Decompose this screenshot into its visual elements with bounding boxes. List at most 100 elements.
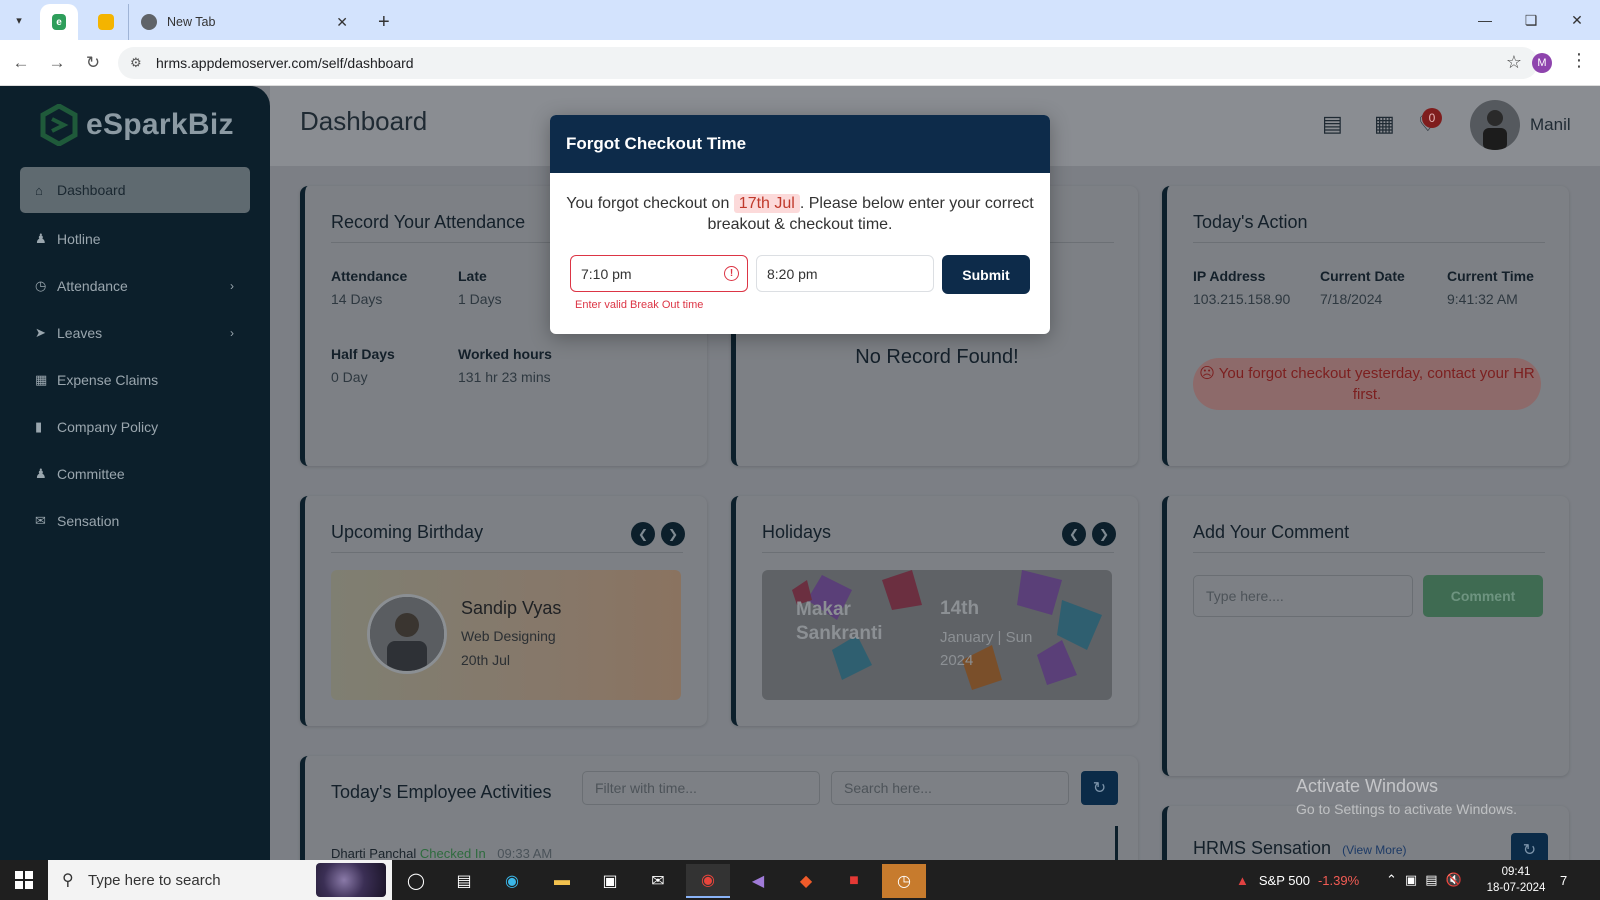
close-window-icon[interactable]: ✕ xyxy=(1554,0,1600,40)
windows-start-icon[interactable] xyxy=(0,860,48,900)
volume-muted-icon[interactable]: 🔇 xyxy=(1446,872,1462,888)
profile-avatar[interactable]: M xyxy=(1532,53,1552,73)
windows-taskbar: ⚲ Type here to search ◯ ▤ ◉ ▬ ▣ ✉ ◉ ◀ ◆ … xyxy=(0,860,1600,900)
browser-menu-icon[interactable]: ⋮ xyxy=(1570,50,1588,71)
filter-time-input[interactable]: Filter with time... xyxy=(582,771,820,805)
sidebar-item-label: Expense Claims xyxy=(57,371,159,388)
comment-card: Add Your Comment Type here.... Comment xyxy=(1162,496,1569,776)
chevron-up-icon[interactable]: ⌃ xyxy=(1386,872,1397,888)
meet-now-icon[interactable]: ▣ xyxy=(1405,872,1417,888)
sidebar-item-attendance[interactable]: ◷ Attendance › xyxy=(20,262,250,309)
next-arrow-icon[interactable]: ❯ xyxy=(661,522,685,546)
birthday-name: Sandip Vyas xyxy=(461,598,562,618)
breakout-time-input[interactable]: 7:10 pm ! xyxy=(570,255,748,292)
comment-button[interactable]: Comment xyxy=(1423,575,1543,617)
wps-office-icon[interactable]: ■ xyxy=(832,864,876,898)
tab-esparkbiz[interactable]: e xyxy=(40,4,78,40)
notification-badge: 0 xyxy=(1422,108,1442,128)
stat-value: 14 Days xyxy=(331,291,383,307)
activate-windows-title: Activate Windows xyxy=(1296,776,1439,796)
chrome-favicon-icon xyxy=(141,14,157,30)
bookmark-star-icon[interactable]: ☆ xyxy=(1506,52,1522,73)
cortana-icon[interactable]: ◯ xyxy=(394,864,438,898)
minimize-icon[interactable]: — xyxy=(1462,0,1508,40)
checkout-time-input[interactable]: 8:20 pm xyxy=(756,255,934,292)
newspaper-icon[interactable]: ▤ xyxy=(1322,111,1343,137)
activate-windows-subtitle: Go to Settings to activate Windows. xyxy=(1296,801,1517,817)
card-title: Add Your Comment xyxy=(1193,522,1350,542)
prev-arrow-icon[interactable]: ❮ xyxy=(631,522,655,546)
visual-studio-icon[interactable]: ◀ xyxy=(736,864,780,898)
tab-chat[interactable] xyxy=(86,4,126,40)
brave-icon[interactable]: ◆ xyxy=(784,864,828,898)
chrome-icon[interactable]: ◉ xyxy=(686,864,730,898)
activity-row: Dharti Panchal Checked In 09:33 AM xyxy=(331,846,552,860)
birthday-date: 20th Jul xyxy=(461,652,511,668)
file-icon: ▮ xyxy=(35,418,43,434)
new-tab-button[interactable]: + xyxy=(366,4,402,40)
birthday-photo xyxy=(367,594,447,674)
edge-icon[interactable]: ◉ xyxy=(490,864,534,898)
next-arrow-icon[interactable]: ❯ xyxy=(1092,522,1116,546)
user-photo xyxy=(1483,110,1507,150)
holiday-name-line2: Sankranti xyxy=(796,623,883,644)
activity-search-input[interactable]: Search here... xyxy=(831,771,1069,805)
taskbar-search[interactable]: ⚲ Type here to search xyxy=(48,860,392,900)
sidebar-item-hotline[interactable]: ♟ Hotline xyxy=(20,215,250,262)
network-icon[interactable]: ▤ xyxy=(1425,872,1437,888)
comment-input[interactable]: Type here.... xyxy=(1193,575,1413,617)
calendar-icon[interactable]: ▦ xyxy=(1374,111,1395,137)
mail-icon[interactable]: ✉ xyxy=(636,864,680,898)
file-explorer-icon[interactable]: ▬ xyxy=(540,864,584,898)
taskbar-clock[interactable]: 09:41 18-07-2024 xyxy=(1480,864,1552,896)
sidebar-item-label: Company Policy xyxy=(57,418,159,435)
view-more-link[interactable]: (View More) xyxy=(1342,843,1406,857)
clock-app-icon[interactable]: ◷ xyxy=(882,864,926,898)
sidebar-item-dashboard[interactable]: ⌂ Dashboard xyxy=(20,167,250,213)
sidebar-item-label: Leaves xyxy=(57,324,103,341)
card-title: Today's Action xyxy=(1193,212,1308,232)
stock-widget[interactable]: ▲ S&P 500 -1.39% xyxy=(1236,860,1359,900)
empty-state-text: No Record Found! xyxy=(855,346,1019,368)
submit-button[interactable]: Submit xyxy=(942,255,1030,294)
refresh-button[interactable]: ↻ xyxy=(1511,833,1548,860)
task-view-icon[interactable]: ▤ xyxy=(442,864,486,898)
sidebar-item-leaves[interactable]: ➤ Leaves › xyxy=(20,309,250,356)
site-info-icon[interactable]: ⚙ xyxy=(130,55,142,71)
forgot-checkout-modal: Forgot Checkout Time You forgot checkout… xyxy=(550,115,1050,334)
calculator-icon: ▦ xyxy=(35,371,48,387)
refresh-button[interactable]: ↻ xyxy=(1081,771,1118,805)
card-title: Upcoming Birthday xyxy=(331,522,484,542)
divider xyxy=(1193,242,1545,243)
sidebar-item-expense-claims[interactable]: ▦ Expense Claims xyxy=(20,356,250,403)
sidebar-item-company-policy[interactable]: ▮ Company Policy xyxy=(20,403,250,450)
tab-search-chevron-icon[interactable]: ▾ xyxy=(6,7,32,33)
reload-icon[interactable]: ↻ xyxy=(80,50,106,76)
breakout-time-value: 7:10 pm xyxy=(581,265,632,282)
back-icon[interactable]: ← xyxy=(8,50,34,76)
users-icon: ♟ xyxy=(35,465,47,481)
chat-favicon-icon xyxy=(98,14,114,30)
sidebar-item-label: Hotline xyxy=(57,230,101,247)
store-icon[interactable]: ▣ xyxy=(588,864,632,898)
time-value: 9:41:32 AM xyxy=(1447,291,1518,307)
stat-label: Late xyxy=(458,268,487,284)
forward-icon[interactable]: → xyxy=(44,50,70,76)
tab-new-tab[interactable]: New Tab ✕ xyxy=(128,4,358,40)
restore-icon[interactable]: ❏ xyxy=(1508,0,1554,40)
close-tab-icon[interactable]: ✕ xyxy=(336,14,348,31)
logo[interactable]: eSparkBiz xyxy=(40,104,234,146)
scrollbar[interactable] xyxy=(1115,826,1118,860)
clock-icon: ◷ xyxy=(35,277,47,293)
user-avatar[interactable] xyxy=(1470,100,1520,150)
page-title: Dashboard xyxy=(300,106,428,136)
user-name[interactable]: Manil xyxy=(1530,115,1571,135)
notification-center-icon[interactable]: 7 xyxy=(1560,860,1567,900)
stock-name: S&P 500 xyxy=(1258,872,1310,888)
address-bar[interactable]: ⚙ hrms.appdemoserver.com/self/dashboard … xyxy=(118,47,1538,79)
holiday-item: Makar Sankranti 14th January | Sun 2024 xyxy=(762,570,1112,700)
prev-arrow-icon[interactable]: ❮ xyxy=(1062,522,1086,546)
sidebar: eSparkBiz ⌂ Dashboard ♟ Hotline ◷ Attend… xyxy=(0,86,270,860)
sidebar-item-committee[interactable]: ♟ Committee xyxy=(20,450,250,497)
sidebar-item-sensation[interactable]: ✉ Sensation xyxy=(20,497,250,544)
